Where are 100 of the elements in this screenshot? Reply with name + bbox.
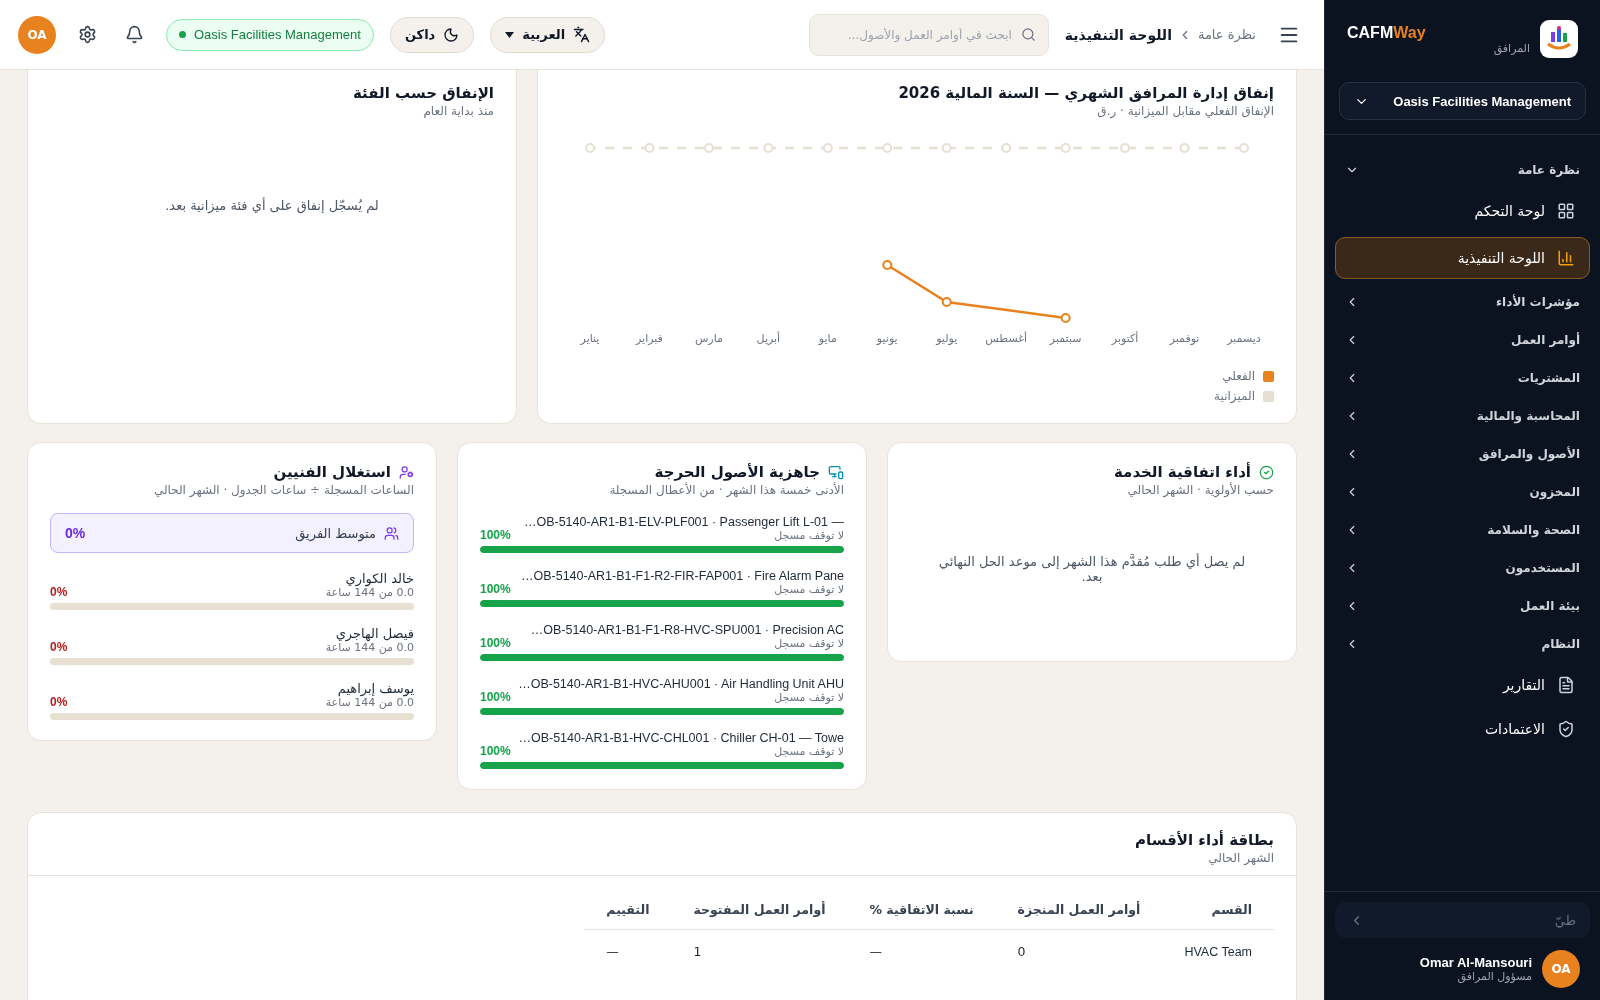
hours-text: 0.0 من 144 ساعة (325, 696, 414, 709)
month-label: سبتمبر (1049, 332, 1082, 345)
card-title: الإنفاق حسب الفئة (353, 84, 494, 102)
month-label: فبراير (636, 332, 663, 345)
table-cell: 1 (671, 929, 848, 973)
sidebar-group[interactable]: نظرة عامة (1335, 153, 1590, 187)
card-title: أداء اتفاقية الخدمة (1114, 463, 1251, 481)
sidebar-item[interactable]: التقارير (1335, 665, 1590, 705)
user-name: Omar Al-Mansouri (1419, 955, 1532, 970)
asset-name: …OB-5140-AR1-B1-ELV-PLF001 · Passenger Lift L-01 — (523, 515, 844, 529)
sidebar-group[interactable]: النظام (1335, 627, 1590, 661)
translate-icon (573, 26, 591, 43)
table-cell: 0 (995, 929, 1163, 973)
table-cell: HVAC Team (1162, 929, 1274, 973)
month-label: ديسمبر (1227, 332, 1261, 345)
nav-icon (1557, 249, 1575, 267)
downtime-note: لا توقف مسجل (773, 583, 844, 596)
sidebar-group[interactable]: مؤشرات الأداء (1335, 285, 1590, 319)
percent-value: 0% (50, 585, 68, 599)
asset-name: …OB-5140-AR1-B1-HVC-CHL001 · Chiller CH-01 — Towe (518, 731, 844, 745)
breadcrumb-item: اللوحة التنفيذية (1064, 26, 1172, 43)
caret-icon (505, 31, 515, 38)
nav-icon (1557, 720, 1575, 738)
devices-icon (828, 464, 844, 480)
table-cell: — (584, 929, 672, 973)
organization-select[interactable]: Oasis Facilities Management (1339, 82, 1586, 120)
technician-name: فيصل الهاجري (335, 626, 414, 641)
percent-value: 0% (50, 640, 68, 654)
card-subtitle: الإنفاق الفعلي مقابل الميزانية · ر.ق (1096, 104, 1274, 118)
empty-message: لم يصل أي طلب مُقدَّم هذا الشهر إلى موعد الحل النهائي بعد. (937, 552, 1247, 586)
column-header: أوامر العمل المنجزة (995, 890, 1163, 930)
asset-name: …OB-5140-AR1-B1-F1-R8-HVC-SPU001 · Precision AC (530, 623, 844, 637)
sidebar-group[interactable]: المشتريات (1335, 361, 1590, 395)
hours-text: 0.0 من 144 ساعة (325, 641, 414, 654)
brand-name: CAFMWay (1347, 23, 1427, 42)
column-header: أوامر العمل المفتوحة (671, 890, 848, 930)
column-header: القسم (1162, 890, 1274, 930)
organization-badge: Oasis Facilities Management (166, 18, 374, 51)
breadcrumb-item[interactable]: نظرة عامة (1197, 27, 1256, 42)
column-header: نسبة الاتفاقية % (847, 890, 996, 930)
percent-value: 100% (480, 744, 511, 758)
settings-icon (78, 25, 97, 44)
month-label: يناير (580, 332, 600, 345)
users-icon (384, 525, 399, 541)
month-label: أغسطس (985, 332, 1027, 345)
card-subtitle: منذ بداية العام (422, 104, 494, 118)
user-role: مسؤول المرافق (1456, 970, 1532, 983)
sidebar-item[interactable]: لوحة التحكم (1335, 191, 1590, 231)
asset-name: …OB-5140-AR1-B1-HVC-AHU001 · Air Handling Unit AHU (518, 677, 844, 691)
month-label: مارس (694, 332, 723, 345)
sidebar-group[interactable]: أوامر العمل (1335, 323, 1590, 357)
downtime-note: لا توقف مسجل (773, 691, 844, 704)
card-subtitle: الأدنى خمسة هذا الشهر · من الأعطال المسجلة (608, 483, 844, 497)
moon-icon (443, 26, 460, 43)
sidebar-group[interactable]: المخزون (1335, 475, 1590, 509)
legend-label: الفعلي (1222, 369, 1255, 383)
month-label: مايو (818, 332, 837, 345)
month-label: يونيو (876, 332, 898, 345)
card-subtitle: حسب الأولوية · الشهر الحالي (1126, 483, 1274, 497)
user-gear-icon (399, 464, 414, 480)
sidebar-group[interactable]: المحاسبة والمالية (1335, 399, 1590, 433)
sidebar-group[interactable]: الأصول والمرافق (1335, 437, 1590, 471)
percent-value: 100% (480, 690, 511, 704)
downtime-note: لا توقف مسجل (773, 637, 844, 650)
team-average-value: 0% (65, 525, 86, 541)
theme-toggle[interactable]: داكن (389, 16, 475, 53)
team-average-label: متوسط الفريق (294, 525, 376, 541)
card-title: بطاقة أداء الأقسام (1134, 831, 1274, 849)
language-select[interactable]: العربية (490, 16, 606, 53)
logo-drawing (1545, 26, 1573, 52)
card-title: جاهزية الأصول الحرجة (654, 463, 820, 481)
downtime-note: لا توقف مسجل (773, 529, 844, 542)
downtime-note: لا توقف مسجل (773, 745, 844, 758)
percent-value: 0% (50, 695, 68, 709)
percent-value: 100% (480, 636, 511, 650)
month-label: أكتوبر (1111, 332, 1139, 345)
card-title: استغلال الفنيين (273, 463, 391, 481)
card-subtitle: الشهر الحالي (1207, 851, 1274, 865)
month-label: أبريل (756, 332, 781, 345)
nav-icon (1557, 202, 1575, 220)
user-avatar: OA (1542, 950, 1580, 988)
bell-icon (125, 25, 144, 44)
table-cell: — (847, 929, 996, 973)
sidebar-group[interactable]: المستخدمون (1335, 551, 1590, 585)
card-subtitle: الساعات المسجلة ÷ ساعات الجدول · الشهر الحالي (152, 483, 414, 497)
sidebar-item[interactable]: اللوحة التنفيذية (1335, 237, 1590, 279)
percent-value: 100% (480, 582, 511, 596)
check-circle-icon (1259, 464, 1274, 480)
hours-text: 0.0 من 144 ساعة (325, 586, 414, 599)
column-header: التقييم (584, 890, 672, 930)
card-title: إنفاق إدارة المرافق الشهري — السنة المالية 2026 (898, 84, 1274, 102)
month-label: نوفمبر (1169, 332, 1200, 345)
legend-label: الميزانية (1214, 389, 1255, 403)
brand-subtitle: المرافق (1492, 41, 1530, 55)
sidebar-group[interactable]: بيئة العمل (1335, 589, 1590, 623)
sidebar-item[interactable]: الاعتمادات (1335, 709, 1590, 749)
percent-value: 100% (480, 528, 511, 542)
empty-message: لم يُسجّل إنفاق على أي فئة ميزانية بعد. (164, 196, 380, 216)
sidebar-group[interactable]: الصحة والسلامة (1335, 513, 1590, 547)
collapse-button[interactable]: طيّ (1335, 902, 1590, 938)
